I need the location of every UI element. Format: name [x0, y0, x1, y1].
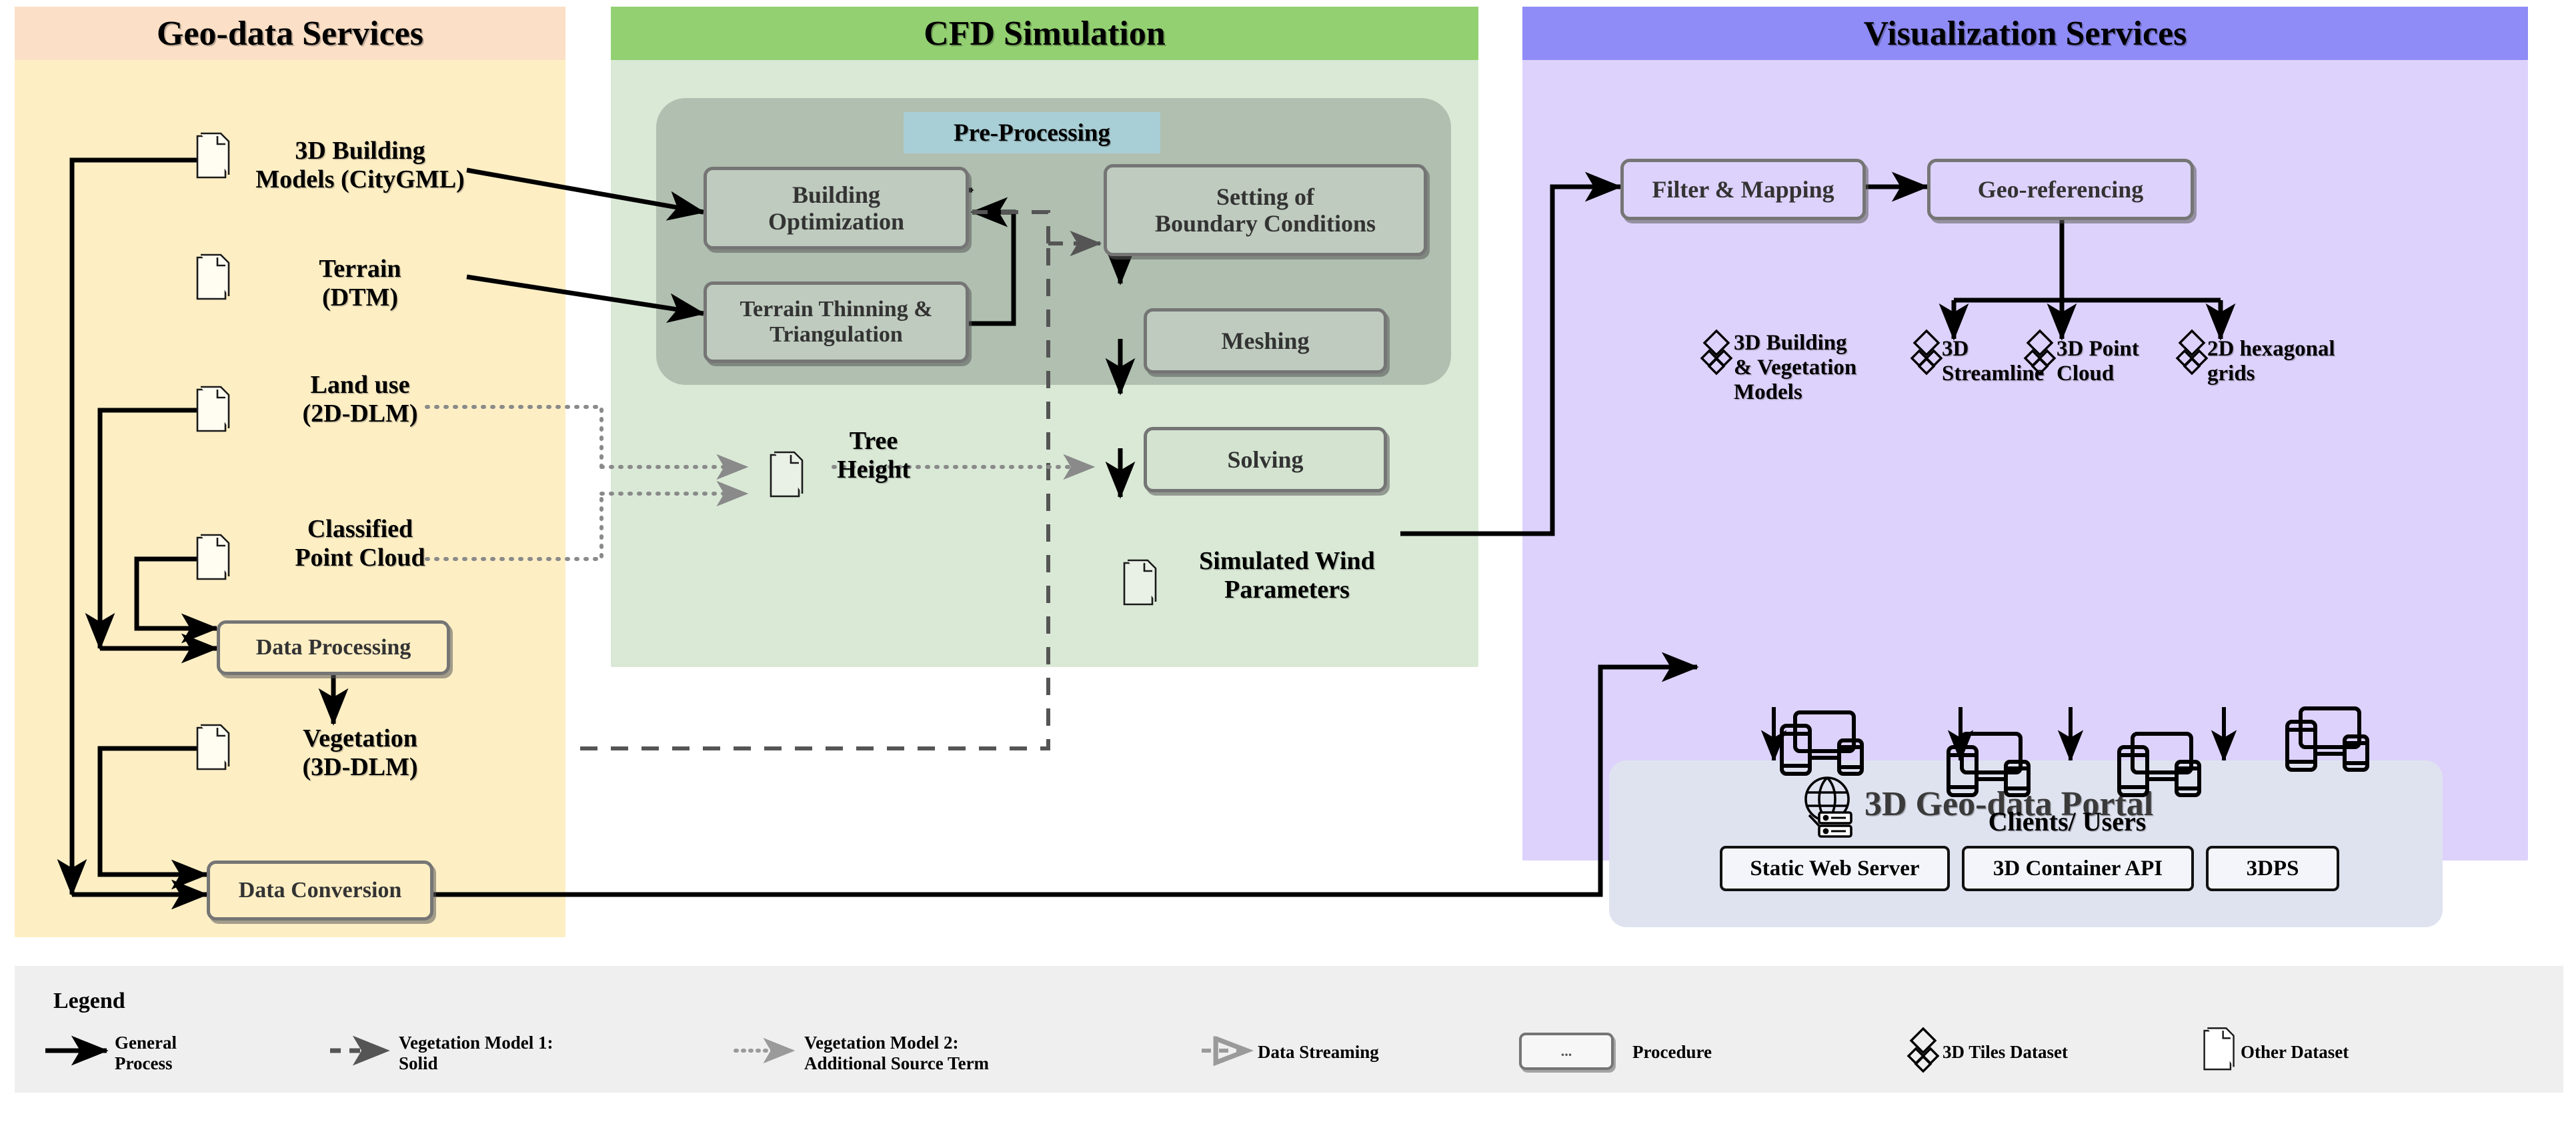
tiles-icon-point-cloud — [2023, 329, 2057, 376]
dataset-label-classified-point-cloud: Classified Point Cloud — [295, 515, 425, 572]
client-device-icon-2 — [1947, 732, 2031, 797]
tiles-label-building-vegetation-models: 3D Building & Vegetation Models — [1734, 331, 1857, 404]
legend-container — [15, 966, 2563, 1093]
dataset-label-land-use: Land use (2D-DLM) — [302, 371, 418, 428]
dataset-label-vegetation: Vegetation (3D-DLM) — [302, 724, 418, 781]
client-device-icon-1 — [1780, 710, 1864, 776]
procedure-meshing[interactable]: Meshing — [1144, 308, 1387, 374]
legend-label-vegetation-model-2: Vegetation Model 2: Additional Source Ter… — [804, 1033, 990, 1074]
procedure-solving[interactable]: Solving — [1144, 427, 1387, 492]
dataset-label-tree-height: Tree Height — [837, 427, 910, 484]
legend-label-general-process: General Process — [115, 1033, 177, 1074]
dataset-label-3d-building-models: 3D Building Models (CityGML) — [255, 137, 465, 193]
portal-service-container-api[interactable]: 3D Container API — [1962, 846, 2194, 891]
legend-label-vegetation-model-1: Vegetation Model 1: Solid — [399, 1033, 553, 1074]
portal-service-3dps[interactable]: 3DPS — [2206, 846, 2339, 891]
clients-users-label: Clients/ Users — [1988, 806, 2147, 836]
tiles-label-hex-grids: 2D hexagonal grids — [2207, 337, 2335, 386]
legend-label-procedure-text: Procedure — [1632, 1042, 1712, 1062]
tiles-icon-hex-grids — [2175, 329, 2209, 376]
tiles-icon-building-vegetation-models — [1700, 329, 1733, 376]
dataset-label-simulated-wind: Simulated Wind Parameters — [1199, 547, 1375, 604]
legend-swatch-procedure: ... — [1519, 1033, 1614, 1070]
legend-title: Legend — [53, 989, 125, 1013]
legend-icon-3d-tiles — [1906, 1027, 1940, 1073]
dataset-label-terrain: Terrain (DTM) — [319, 255, 401, 312]
procedure-boundary-conditions[interactable]: Setting of Boundary Conditions — [1104, 164, 1427, 256]
legend-label-data-streaming: Data Streaming — [1258, 1042, 1379, 1062]
legend-label-3d-tiles-dataset: 3D Tiles Dataset — [1943, 1042, 2068, 1062]
procedure-building-optimization[interactable]: Building Optimization — [704, 167, 969, 249]
procedure-terrain-thinning[interactable]: Terrain Thinning & Triangulation — [704, 281, 969, 363]
procedure-filter-mapping[interactable]: Filter & Mapping — [1620, 159, 1866, 220]
portal-service-static-web-server[interactable]: Static Web Server — [1720, 846, 1950, 891]
legend-icon-other-dataset — [2203, 1027, 2235, 1071]
procedure-data-processing[interactable]: Data Processing — [217, 620, 450, 675]
procedure-data-conversion[interactable]: Data Conversion — [207, 861, 433, 921]
tiles-icon-streamline — [1910, 329, 1943, 376]
client-device-icon-4 — [2285, 706, 2369, 772]
legend-label-other-dataset: Other Dataset — [2241, 1042, 2349, 1062]
doc-icon-simulated-wind — [1123, 559, 1157, 606]
procedure-geo-referencing[interactable]: Geo-referencing — [1927, 159, 2194, 220]
legend-label-procedure: Procedure — [1632, 1042, 1799, 1063]
globe-server-icon — [1804, 776, 1852, 838]
client-device-icon-3 — [2117, 732, 2201, 797]
